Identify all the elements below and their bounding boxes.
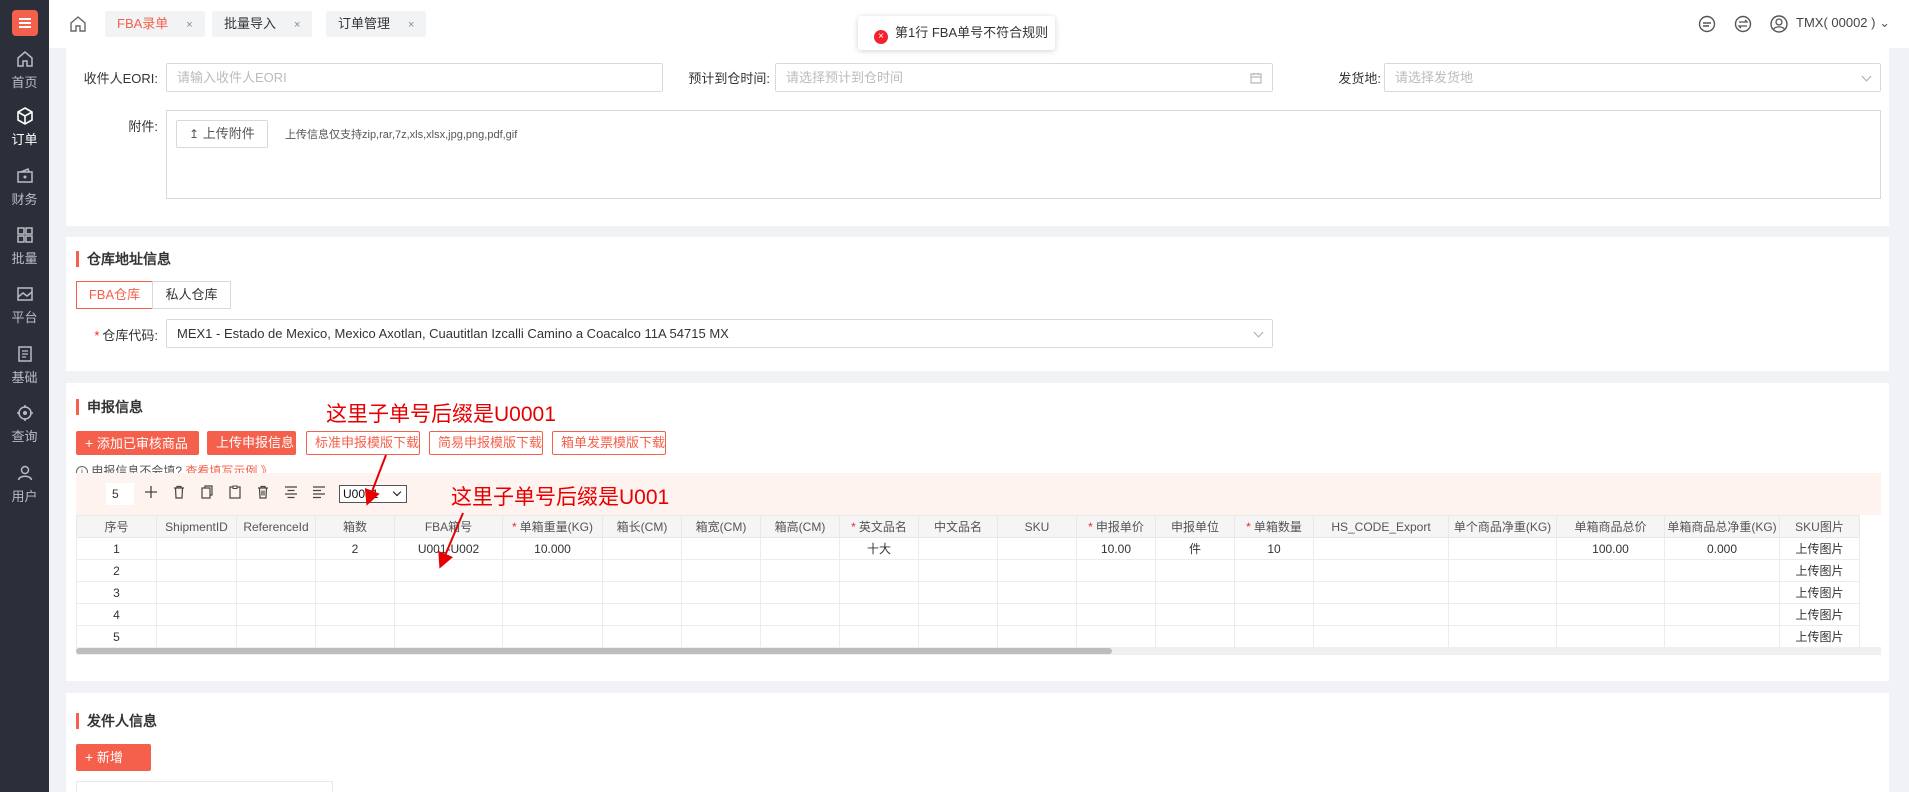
annotation-arrow-2 <box>438 512 464 569</box>
annotation-arrows <box>364 454 464 569</box>
error-icon: × <box>874 30 888 44</box>
error-toast: × 第1行 FBA单号不符合规则 <box>858 16 1055 50</box>
annotation-arrow-1 <box>364 454 387 506</box>
toast-message: 第1行 FBA单号不符合规则 <box>895 25 1049 40</box>
